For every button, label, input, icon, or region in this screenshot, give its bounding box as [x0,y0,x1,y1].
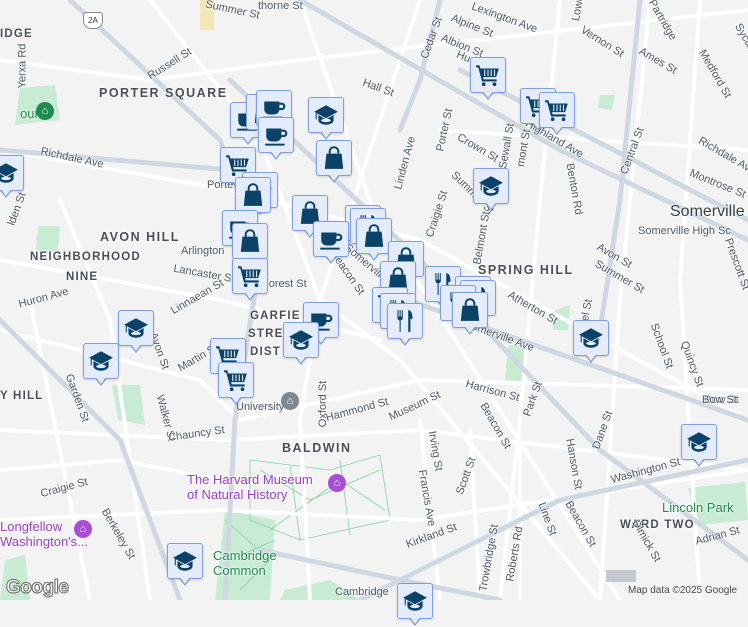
marker-pointer-fill [179,576,191,584]
poi-name-line2: Common [213,563,266,578]
street-label: Cambridge [335,586,389,598]
map-marker-graduation-cap[interactable] [0,155,24,199]
graduation-cap-icon [313,102,339,128]
poi-name-line2: of Natural History [187,487,288,502]
map-marker-graduation-cap[interactable] [573,320,609,364]
street-label: IDGE [0,28,33,40]
shopping-cart-icon [544,97,570,123]
map-marker-shopping-cart[interactable] [470,57,506,101]
shopping-bag-icon [237,228,263,254]
street-label: BALDWIN [282,441,352,455]
graduation-cap-icon [0,160,19,186]
marker-pointer-fill [295,355,307,363]
graduation-cap-icon [578,325,604,351]
map-marker-coffee-cup[interactable] [313,221,349,265]
map-marker-shopping-bag[interactable] [452,292,488,336]
map-marker-shopping-cart[interactable] [232,258,268,302]
museum-icon[interactable]: ⌂ [74,520,92,538]
map-marker-shopping-bag[interactable] [316,140,352,184]
marker-pointer-fill [585,353,597,361]
marker-pointer-fill [0,188,12,196]
graduation-cap-icon [123,315,149,341]
map-marker-restaurant[interactable] [387,303,423,347]
shopping-cart-icon [475,62,501,88]
marker-pointer-fill [325,254,337,262]
map-marker-graduation-cap[interactable] [83,343,119,387]
route-shield: 2A [83,12,103,29]
graduation-cap-icon [172,548,198,574]
graduation-cap-icon [478,173,504,199]
street-label: SPRING HILL [478,263,574,277]
map-attribution[interactable]: Map data ©2025 Google [628,585,737,596]
street-label: thorne St [258,0,303,12]
street-label: NEIGHBORHOOD [30,251,141,263]
coffee-cup-icon [263,122,289,148]
poi-label[interactable]: Lincoln Park [662,500,734,515]
university-icon[interactable]: ⌂ [281,392,299,410]
poi-name: Cambridge [213,548,277,563]
map-marker-coffee-cup[interactable] [258,117,294,161]
street-label: NINE [66,271,99,283]
marker-pointer-fill [130,343,142,351]
marker-pointer-fill [409,616,421,624]
graduation-cap-icon [402,588,428,614]
map-marker-graduation-cap[interactable] [473,168,509,212]
coffee-cup-icon [318,226,344,252]
map-marker-shopping-cart[interactable] [539,92,575,136]
marker-pointer-fill [482,90,494,98]
shopping-cart-icon [237,263,263,289]
poi-label[interactable]: Cambridge Common [213,548,277,578]
marker-pointer-fill [270,150,282,158]
poi-name-line2: Washington's... [0,534,88,549]
marker-pointer-fill [95,376,107,384]
map-marker-graduation-cap[interactable] [681,424,717,468]
marker-pointer-fill [320,130,332,138]
street-label: Arlington [181,245,225,257]
graduation-cap-icon [88,348,114,374]
map-marker-graduation-cap[interactable] [283,322,319,366]
street-label: Bow St [702,394,737,406]
shopping-bag-icon [321,145,347,171]
museum-icon[interactable]: ⌂ [328,474,346,492]
shopping-bag-icon [240,182,266,208]
marker-pointer-fill [230,395,242,403]
map-marker-graduation-cap[interactable] [308,97,344,141]
map-marker-shopping-bag[interactable] [356,218,392,262]
street-label: Oxford St [317,380,330,428]
map-marker-graduation-cap[interactable] [397,583,433,627]
poi-label[interactable]: The Harvard Museum of Natural History [187,472,313,502]
shopping-cart-icon [223,367,249,393]
marker-pointer-fill [368,251,380,259]
marker-pointer-fill [485,201,497,209]
marker-pointer-fill [693,457,705,465]
street-label: PORTER SQUARE [99,86,228,100]
marker-pointer-fill [399,336,411,344]
graduation-cap-icon [686,429,712,455]
map-marker-graduation-cap[interactable] [118,310,154,354]
street-label: Somerville [670,203,745,220]
park-icon[interactable]: ⌂ [36,102,54,120]
street-label: Forest St [262,278,307,290]
street-label: Somerville High Sc [638,225,731,237]
graduation-cap-icon [288,327,314,353]
shopping-bag-icon [457,297,483,323]
shopping-bag-icon [361,223,387,249]
marker-pointer-fill [328,173,340,181]
marker-pointer-fill [551,125,563,133]
street-label: DIST [250,346,281,358]
poi-name: The Harvard Museum [187,472,313,487]
marker-pointer-fill [464,325,476,333]
street-label: AVON HILL [100,230,180,244]
map-marker-graduation-cap[interactable] [167,543,203,587]
restaurant-icon [392,308,418,334]
street-label: Yerxa Rd [16,43,29,89]
marker-pointer-fill [244,291,256,299]
street-label: GARFIE [250,310,301,322]
map-marker-shopping-cart[interactable] [218,362,254,406]
street-label: Y HILL [0,390,44,402]
poi-name: Lincoln Park [662,500,734,515]
google-logo: Google [5,577,69,599]
